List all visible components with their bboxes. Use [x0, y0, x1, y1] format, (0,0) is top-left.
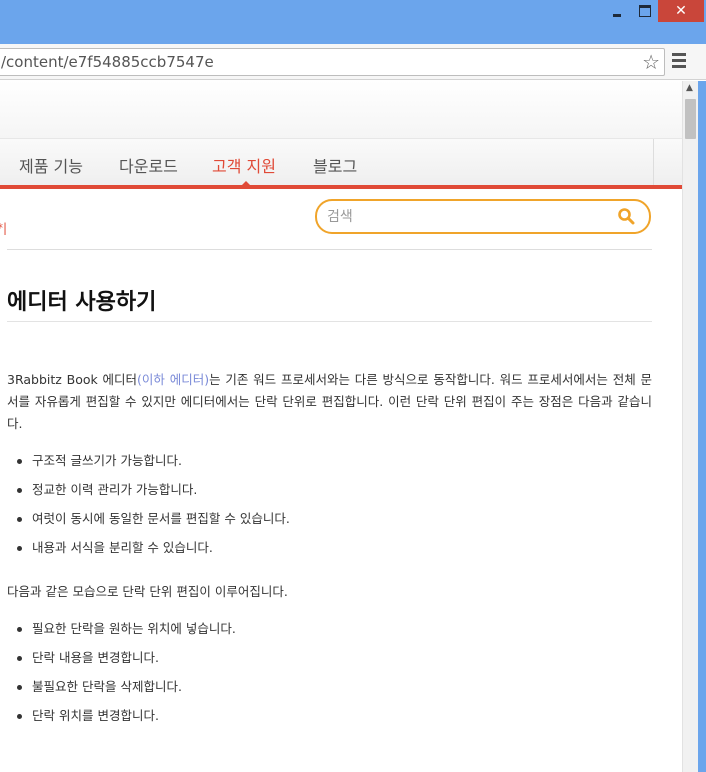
- nav-item-blog[interactable]: 블로그: [313, 153, 357, 177]
- list-item: 내용과 서식을 분리할 수 있습니다.: [7, 537, 652, 566]
- page-title: 에디터 사용하기: [7, 290, 157, 315]
- list-item: 여럿이 동시에 동일한 문서를 편집할 수 있습니다.: [7, 508, 652, 537]
- nav-divider: [653, 139, 654, 185]
- bookmark-star-icon[interactable]: ☆: [642, 50, 660, 74]
- article-body: 3Rabbitz Book 에디터(이하 에디터)는 기존 워드 프로세서와는 …: [7, 369, 652, 749]
- scroll-up-icon[interactable]: ▲: [686, 83, 693, 93]
- scroll-thumb[interactable]: [685, 99, 696, 139]
- nav-item-features[interactable]: 제품 기능: [19, 153, 83, 177]
- search-icon[interactable]: [617, 207, 635, 225]
- window-frame: [698, 81, 706, 772]
- list-item: 단락 위치를 변경합니다.: [7, 705, 652, 734]
- window-titlebar: ✕: [0, 0, 706, 44]
- vertical-scrollbar[interactable]: ▲: [682, 81, 698, 772]
- list-item: 불필요한 단락을 삭제합니다.: [7, 676, 652, 705]
- nav-item-support[interactable]: 고객 지원: [212, 153, 276, 177]
- breadcrumb[interactable]: *|: [0, 221, 7, 235]
- intro-text: 3Rabbitz Book 에디터: [7, 372, 138, 387]
- steps-list: 필요한 단락을 원하는 위치에 넣습니다. 단락 내용을 변경합니다. 불필요한…: [7, 618, 652, 734]
- maximize-button[interactable]: [632, 0, 658, 22]
- search-box: [315, 199, 651, 234]
- list-item: 필요한 단락을 원하는 위치에 넣습니다.: [7, 618, 652, 647]
- nav-item-download[interactable]: 다운로드: [119, 153, 178, 177]
- paragraph: 다음과 같은 모습으로 단락 단위 편집이 이루어집니다.: [7, 584, 288, 599]
- browser-toolbar: /content/e7f54885ccb7547e ☆: [0, 44, 706, 80]
- minimize-button[interactable]: [604, 0, 630, 22]
- close-icon: ✕: [675, 3, 687, 19]
- title-divider: [7, 321, 652, 322]
- intro-link[interactable]: (이하 에디터): [137, 372, 209, 387]
- address-bar[interactable]: /content/e7f54885ccb7547e ☆: [0, 48, 665, 76]
- list-item: 구조적 글쓰기가 가능합니다.: [7, 450, 652, 479]
- list-item: 정교한 이력 관리가 가능합니다.: [7, 479, 652, 508]
- address-url[interactable]: /content/e7f54885ccb7547e: [1, 53, 214, 71]
- benefits-list: 구조적 글쓰기가 가능합니다. 정교한 이력 관리가 가능합니다. 여럿이 동시…: [7, 450, 652, 566]
- site-header: [0, 81, 682, 139]
- close-button[interactable]: ✕: [658, 0, 704, 22]
- intro-paragraph: 3Rabbitz Book 에디터(이하 에디터)는 기존 워드 프로세서와는 …: [7, 369, 652, 435]
- active-nav-indicator: [240, 181, 252, 187]
- divider: [7, 249, 652, 250]
- browser-menu-icon[interactable]: [672, 53, 690, 69]
- page-viewport: 제품 기능 다운로드 고객 지원 블로그 *| 에디터 사용하기 3Rabbit…: [0, 81, 682, 772]
- list-item: 단락 내용을 변경합니다.: [7, 647, 652, 676]
- main-nav: 제품 기능 다운로드 고객 지원 블로그: [0, 139, 682, 189]
- search-input[interactable]: [327, 207, 607, 227]
